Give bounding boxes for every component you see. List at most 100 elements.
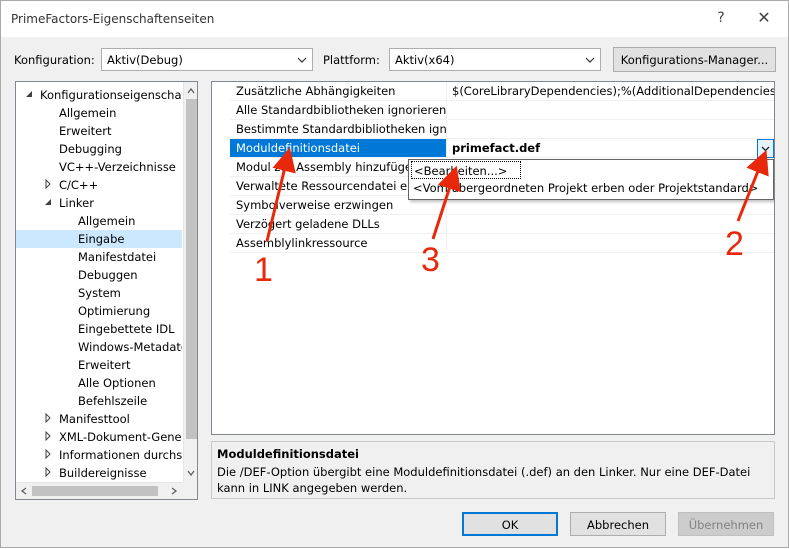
tree-item-label: System [78, 286, 121, 300]
ok-button[interactable]: OK [462, 512, 558, 536]
row-gutter [212, 234, 229, 253]
property-row[interactable]: Moduldefinitionsdatei primefact.def [212, 139, 774, 158]
apply-button[interactable]: Übernehmen [678, 512, 774, 536]
platform-combo[interactable]: Aktiv(x64) [389, 48, 601, 71]
tree-collapsed-icon[interactable] [43, 431, 53, 441]
property-name: Zusätzliche Abhängigkeiten [230, 82, 447, 101]
tree-expanded-icon[interactable] [24, 89, 34, 99]
property-value[interactable]: $(CoreLibraryDependencies);%(AdditionalD… [448, 82, 774, 101]
tree-item[interactable]: Windows-Metadaten [16, 338, 182, 356]
tree-item[interactable]: Allgemein [16, 104, 182, 122]
tree-item[interactable]: VC++-Verzeichnisse [16, 158, 182, 176]
row-gutter [212, 101, 229, 120]
scroll-up-icon[interactable] [186, 86, 196, 96]
row-gutter [212, 139, 229, 158]
configuration-manager-label: Konfigurations-Manager... [620, 53, 769, 67]
tree-horizontal-scrollbar[interactable] [16, 482, 183, 499]
annotation-label-3: 3 [421, 241, 440, 279]
platform-label-text: Plattform: [323, 53, 380, 67]
property-pages-window: PrimeFactors-Eigenschaftenseiten ? ✕ Kon… [0, 0, 789, 548]
tree-item-label: Allgemein [59, 106, 117, 120]
row-gutter [212, 120, 229, 139]
annotation-label-2: 2 [725, 225, 744, 263]
tree-item[interactable]: Allgemein [16, 212, 182, 230]
tree-item[interactable]: Manifesttool [16, 410, 182, 428]
category-tree: Konfigurationseigenschaften Allgemein Erwe… [15, 81, 198, 500]
apply-label: Übernehmen [688, 518, 764, 532]
tree-collapsed-icon[interactable] [43, 449, 53, 459]
scroll-right-icon[interactable] [169, 486, 179, 496]
property-name: Verzögert geladene DLLs [230, 215, 447, 234]
cancel-button[interactable]: Abbrechen [570, 512, 666, 536]
scroll-down-icon[interactable] [186, 468, 196, 478]
chevron-down-icon [761, 146, 770, 152]
tree-item[interactable]: Eingebettete IDL [16, 320, 182, 338]
tree-horizontal-thumb[interactable] [32, 486, 158, 496]
tree-item-label: C/C++ [59, 178, 99, 192]
description-panel: Moduldefinitionsdatei Die /DEF-Option üb… [211, 441, 775, 499]
close-icon[interactable]: ✕ [756, 8, 772, 27]
property-row[interactable]: Zusätzliche Abhängigkeiten $(CoreLibraryD… [212, 82, 774, 101]
tree-item-label: Eingebettete IDL [78, 322, 175, 336]
tree-item-label: Buildereignisse [59, 466, 147, 480]
tree-item-label: Alle Optionen [78, 376, 156, 390]
property-value[interactable] [448, 101, 774, 120]
help-icon[interactable]: ? [713, 10, 729, 26]
scrollbar-corner [183, 482, 197, 499]
chevron-down-icon [297, 57, 307, 63]
property-row[interactable]: Bestimmte Standardbibliotheken ignoriere… [212, 120, 774, 139]
tree-item[interactable]: Linker [16, 194, 182, 212]
tree-item[interactable]: Befehlszeile [16, 392, 182, 410]
tree-item[interactable]: Informationen durchsuchen [16, 446, 182, 464]
tree-item-label: Debugging [59, 142, 122, 156]
ok-label: OK [501, 518, 519, 532]
tree-item-label: Konfigurationseigenschaften [40, 88, 182, 102]
tree-collapsed-icon[interactable] [43, 413, 53, 423]
tree-item[interactable]: C/C++ [16, 176, 182, 194]
tree-item[interactable]: Eingabe [16, 230, 182, 248]
property-row[interactable]: Alle Standardbibliotheken ignorieren [212, 101, 774, 120]
property-value[interactable] [448, 120, 774, 139]
property-row[interactable]: Assemblylinkressource [212, 234, 774, 253]
configuration-manager-button[interactable]: Konfigurations-Manager... [613, 47, 776, 72]
row-gutter [212, 215, 229, 234]
tree-item-label: Linker [59, 196, 94, 210]
dropdown-option-edit[interactable]: <Bearbeiten...> [411, 161, 521, 179]
value-dropdown-button[interactable] [757, 139, 774, 158]
property-value[interactable]: primefact.def [448, 139, 774, 158]
row-gutter [212, 177, 229, 196]
configuration-combo[interactable]: Aktiv(Debug) [101, 48, 313, 71]
tree-item[interactable]: XML-Dokument-Generator [16, 428, 182, 446]
tree-item-label: Windows-Metadaten [78, 340, 182, 354]
tree-item[interactable]: Manifestdatei [16, 248, 182, 266]
window-title: PrimeFactors-Eigenschaftenseiten [11, 12, 215, 26]
tree-item[interactable]: Konfigurationseigenschaften [16, 86, 182, 104]
tree-vertical-thumb[interactable] [186, 99, 197, 439]
tree-item[interactable]: Alle Optionen [16, 374, 182, 392]
tree-item-label: Allgemein [78, 214, 136, 228]
tree-item[interactable]: Debuggen [16, 266, 182, 284]
dropdown-option-inherit[interactable]: <Vom übergeordneten Projekt erben oder P… [411, 179, 758, 197]
tree-vertical-scrollbar[interactable] [183, 82, 197, 482]
scroll-left-icon[interactable] [19, 486, 29, 496]
row-gutter [212, 196, 229, 215]
tree-item[interactable]: Erweitert [16, 122, 182, 140]
description-title: Moduldefinitionsdatei [217, 447, 359, 461]
tree-collapsed-icon[interactable] [43, 179, 53, 189]
tree-expanded-icon[interactable] [43, 197, 53, 207]
tree-item-label: VC++-Verzeichnisse [59, 160, 176, 174]
tree-collapsed-icon[interactable] [43, 467, 53, 477]
tree-item[interactable]: System [16, 284, 182, 302]
property-row[interactable]: Verzögert geladene DLLs [212, 215, 774, 234]
tree-item[interactable]: Buildereignisse [16, 464, 182, 482]
configuration-value: Aktiv(Debug) [107, 53, 183, 67]
tree-item[interactable]: Erweitert [16, 356, 182, 374]
tree-item-label: Befehlszeile [78, 394, 148, 408]
chevron-down-icon [585, 57, 595, 63]
property-name: Moduldefinitionsdatei [230, 139, 447, 158]
tree-item[interactable]: Optimierung [16, 302, 182, 320]
tree-item[interactable]: Debugging [16, 140, 182, 158]
annotation-label-1: 1 [254, 251, 273, 289]
tree-item-label: XML-Dokument-Generator [59, 430, 182, 444]
row-gutter [212, 82, 229, 101]
